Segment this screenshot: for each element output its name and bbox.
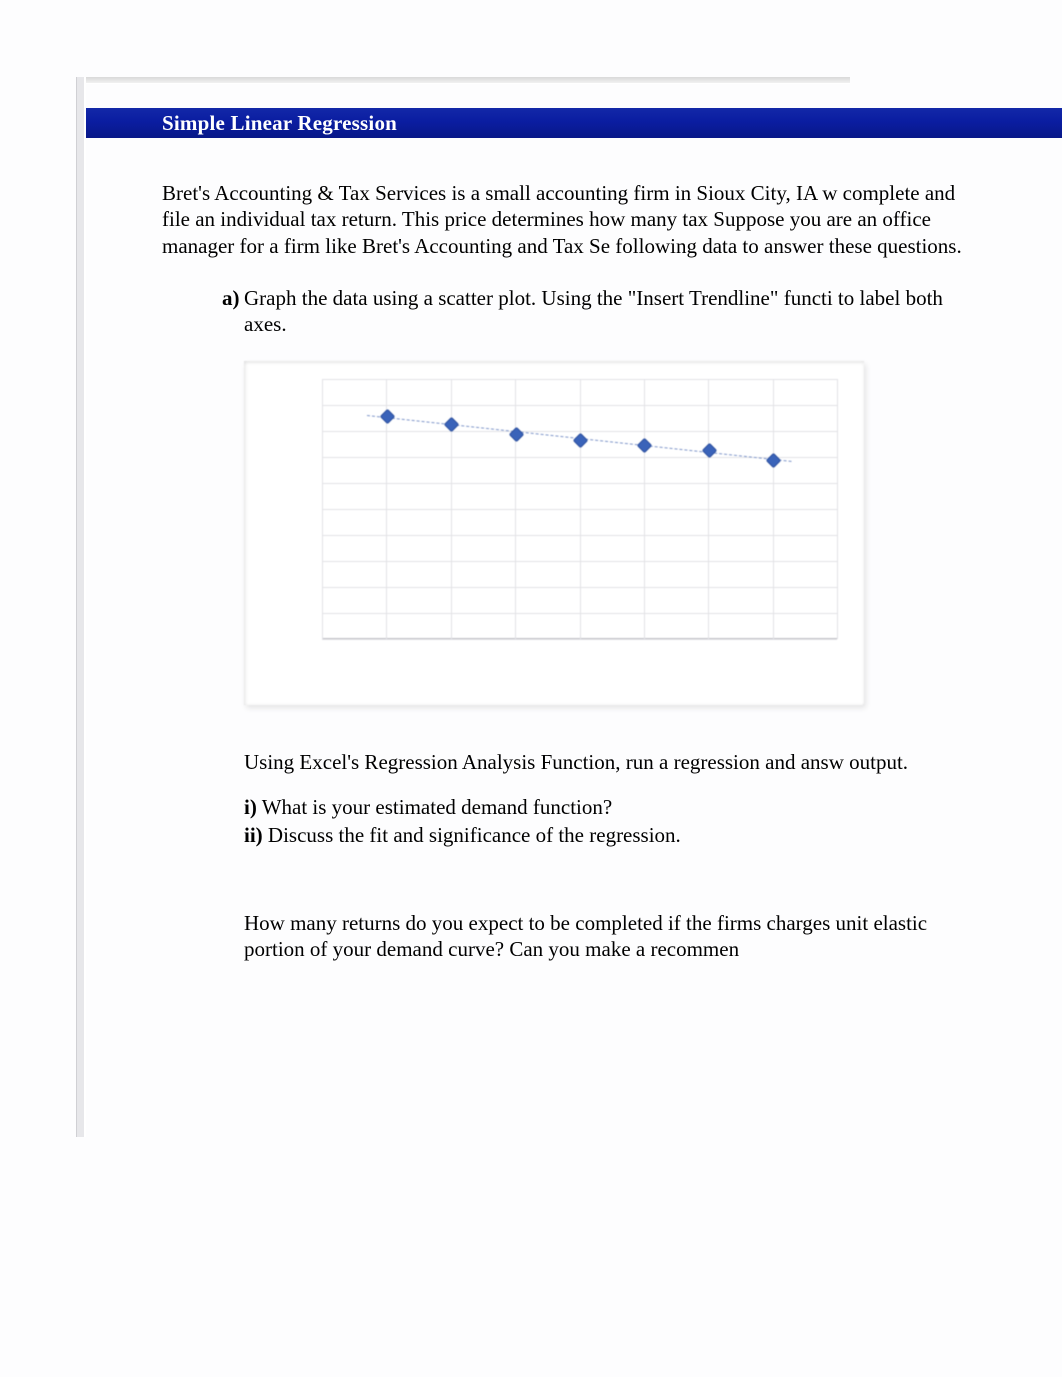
chart-vgrid	[773, 379, 774, 639]
chart-data-point	[637, 437, 653, 453]
regression-instruction: Using Excel's Regression Analysis Functi…	[244, 749, 984, 775]
section-title: Simple Linear Regression	[162, 111, 397, 136]
chart-data-point	[508, 427, 524, 443]
sub-question-i: i) What is your estimated demand functio…	[244, 794, 984, 820]
chart-vgrid	[580, 379, 581, 639]
scatter-chart-plot-area	[322, 379, 837, 639]
sub-question-i-label: i)	[244, 795, 257, 819]
chart-data-point	[766, 453, 782, 469]
frame-top-rule	[76, 77, 850, 83]
scatter-chart-card	[244, 361, 864, 705]
chart-data-point	[701, 443, 717, 459]
sub-question-i-text: What is your estimated demand function?	[257, 795, 612, 819]
intro-paragraph: Bret's Accounting & Tax Services is a sm…	[162, 180, 982, 259]
question-a: a) Graph the data using a scatter plot. …	[222, 285, 962, 338]
chart-vgrid	[708, 379, 709, 639]
sub-question-ii-text: Discuss the fit and significance of the …	[263, 823, 681, 847]
chart-data-point	[573, 432, 589, 448]
chart-vgrid	[644, 379, 645, 639]
chart-data-point	[380, 409, 396, 425]
chart-data-point	[444, 417, 460, 433]
sub-question-ii: ii) Discuss the fit and significance of …	[244, 822, 984, 848]
sub-question-ii-label: ii)	[244, 823, 263, 847]
question-a-text: Graph the data using a scatter plot. Usi…	[244, 285, 962, 338]
followup-paragraph: How many returns do you expect to be com…	[244, 910, 984, 963]
chart-hgrid	[322, 639, 837, 640]
frame-left-rule	[76, 77, 86, 1137]
chart-vgrid	[322, 379, 323, 639]
section-header-bar: Simple Linear Regression	[86, 108, 1062, 138]
chart-vgrid	[515, 379, 516, 639]
chart-vgrid	[837, 379, 838, 639]
question-a-letter: a)	[222, 285, 244, 311]
